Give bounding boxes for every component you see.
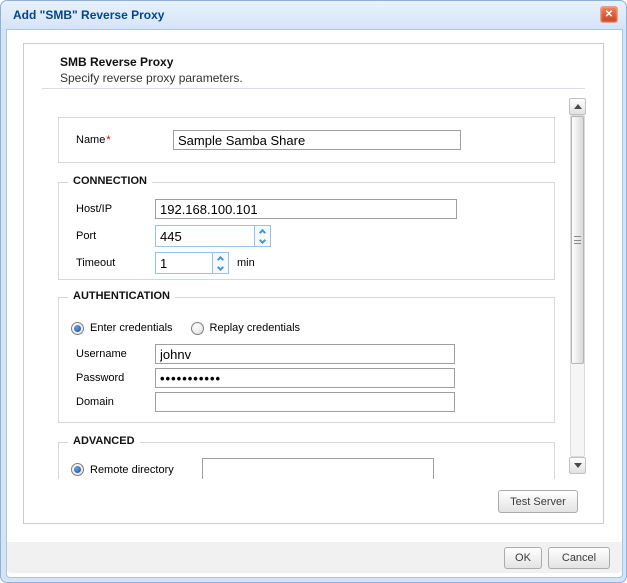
port-spin-buttons [254,226,270,246]
advanced-group: ADVANCED Remote directory [58,442,555,479]
timeout-row: Timeout min [59,252,554,274]
close-icon: ✕ [605,9,613,20]
domain-label: Domain [76,396,155,408]
username-input[interactable] [155,344,455,364]
port-row: Port [59,225,554,247]
domain-input[interactable] [155,392,455,412]
cancel-button[interactable]: Cancel [548,547,610,569]
username-label: Username [76,348,155,360]
chevron-up-icon [217,256,224,263]
port-label: Port [76,230,155,242]
remote-directory-radio[interactable] [71,463,84,476]
credentials-radio-row: Enter credentials Replay credentials [59,320,554,336]
timeout-spin-up-button[interactable] [213,253,228,263]
scroll-up-button[interactable] [569,98,586,115]
connection-group: CONNECTION Host/IP Port [58,182,555,280]
host-row: Host/IP [59,198,554,220]
port-spin-up-button[interactable] [255,226,270,236]
scroll-down-arrow-icon [574,463,582,468]
scroll-up-arrow-icon [574,104,582,109]
name-label: Name* [76,134,173,146]
timeout-spin-buttons [212,253,228,273]
timeout-input[interactable] [156,253,212,273]
port-spin-down-button[interactable] [255,236,270,246]
timeout-label: Timeout [76,257,155,269]
dialog-window: Add "SMB" Reverse Proxy ✕ SMB Reverse Pr… [0,0,627,583]
timeout-spinner [155,252,229,274]
authentication-group: AUTHENTICATION Enter credentials Replay … [58,297,555,423]
enter-credentials-label: Enter credentials [90,322,173,334]
host-input[interactable] [155,199,457,219]
panel-subtitle: Specify reverse proxy parameters. [60,71,243,85]
name-input[interactable] [173,130,461,150]
replay-credentials-label: Replay credentials [210,322,301,334]
titlebar[interactable]: Add "SMB" Reverse Proxy ✕ [1,1,626,29]
connection-legend: CONNECTION [68,175,152,187]
scroll-down-button[interactable] [569,457,586,474]
scrollbar-thumb[interactable] [571,116,584,364]
chevron-up-icon [259,229,266,236]
username-row: Username [59,344,554,364]
form-scroll-viewport: Name* CONNECTION Host/IP Port [58,102,555,479]
header-separator [42,88,585,89]
panel-title: SMB Reverse Proxy [60,55,173,69]
remote-directory-input[interactable] [202,458,434,479]
window-title: Add "SMB" Reverse Proxy [13,8,164,22]
chevron-down-icon [217,263,224,270]
ok-button[interactable]: OK [504,547,542,569]
port-input[interactable] [156,226,254,246]
footer-bar: OK Cancel [7,542,622,573]
close-button[interactable]: ✕ [600,6,618,23]
domain-row: Domain [59,392,554,412]
remote-directory-row: Remote directory [59,458,554,479]
chevron-down-icon [259,236,266,243]
replay-credentials-radio[interactable] [191,322,204,335]
password-input[interactable] [155,368,455,388]
enter-credentials-radio[interactable] [71,322,84,335]
timeout-unit-label: min [237,257,255,269]
password-row: Password [59,368,554,388]
host-label: Host/IP [76,203,155,215]
timeout-spin-down-button[interactable] [213,263,228,273]
scrollbar-track[interactable] [570,115,585,457]
form-panel: SMB Reverse Proxy Specify reverse proxy … [23,43,604,524]
scrollbar[interactable] [569,98,586,474]
advanced-legend: ADVANCED [68,435,140,447]
port-spinner [155,225,271,247]
required-asterisk: * [106,134,110,146]
authentication-legend: AUTHENTICATION [68,290,175,302]
test-server-button[interactable]: Test Server [498,490,578,513]
scrollbar-grip-icon [574,236,581,244]
name-group: Name* [58,117,555,163]
password-label: Password [76,372,155,384]
remote-directory-label: Remote directory [90,464,202,476]
